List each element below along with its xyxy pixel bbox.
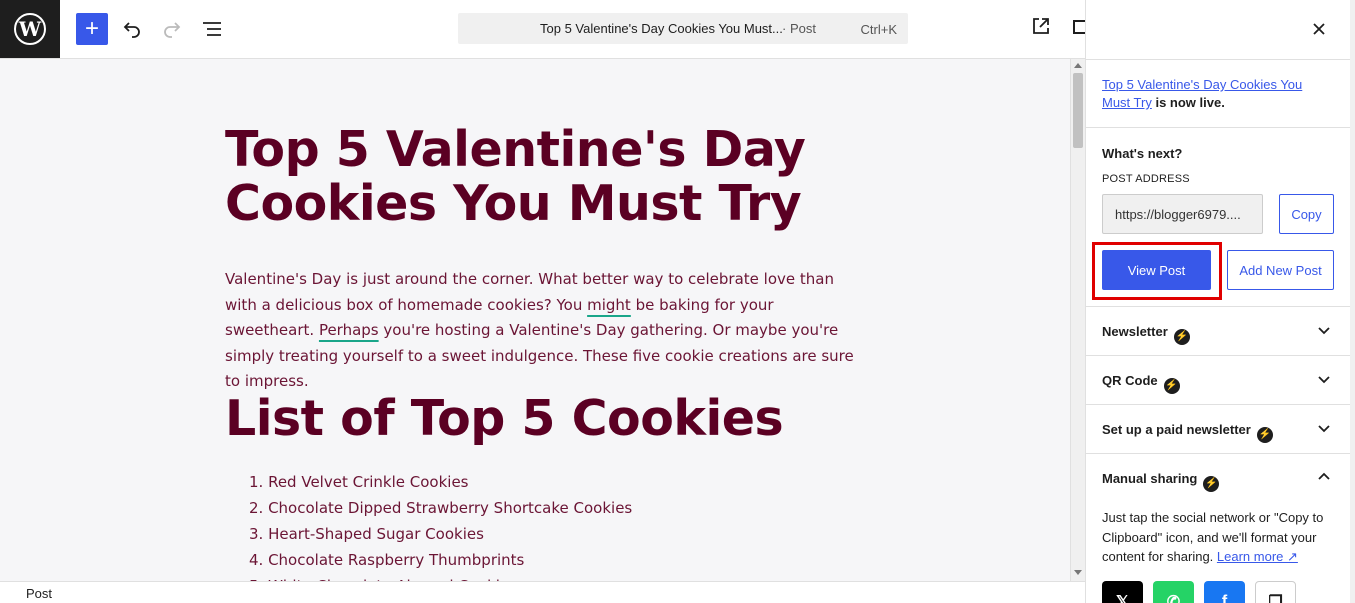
post-intro-paragraph[interactable]: Valentine's Day is just around the corne… — [225, 267, 855, 395]
post-address-field[interactable]: https://blogger6979.... — [1102, 194, 1263, 234]
section-label: Newsletter — [1102, 324, 1168, 339]
cookie-list[interactable]: 1. Red Velvet Crinkle Cookies 2. Chocola… — [249, 469, 632, 581]
whatsapp-icon[interactable]: ✆ — [1153, 581, 1194, 603]
post-address-label: POST ADDRESS — [1102, 173, 1190, 185]
command-bar-kind: · Post — [782, 21, 816, 36]
page-scrollbar[interactable] — [1350, 0, 1355, 603]
list-item[interactable]: 4. Chocolate Raspberry Thumbprints — [249, 547, 632, 573]
panel-section-qr-code[interactable]: QR Code ⚡ — [1086, 355, 1355, 404]
wordpress-logo-icon[interactable]: W — [0, 0, 60, 58]
panel-section-paid-newsletter[interactable]: Set up a paid newsletter ⚡ — [1086, 404, 1355, 453]
command-bar-shortcut: Ctrl+K — [860, 22, 897, 37]
panel-section-newsletter[interactable]: Newsletter ⚡ — [1086, 306, 1355, 355]
spellcheck-word-perhaps[interactable]: Perhaps — [319, 321, 379, 339]
external-link-icon[interactable] — [1031, 16, 1055, 40]
whats-next-heading: What's next? — [1102, 146, 1183, 161]
post-heading-list[interactable]: List of Top 5 Cookies — [225, 391, 784, 447]
document-overview-icon[interactable] — [196, 13, 228, 45]
jetpack-bolt-icon: ⚡ — [1256, 427, 1273, 443]
undo-icon[interactable] — [116, 13, 148, 45]
close-icon[interactable] — [1307, 17, 1331, 41]
editor-app: W + Top 5 Valentine's Day Cookies You Mu… — [0, 0, 1355, 603]
command-palette-bar[interactable]: Top 5 Valentine's Day Cookies You Must..… — [458, 13, 908, 44]
chevron-up-icon — [1318, 472, 1330, 480]
post-live-message: Top 5 Valentine's Day Cookies You Must T… — [1102, 76, 1327, 112]
top-toolbar: W + Top 5 Valentine's Day Cookies You Mu… — [0, 0, 1087, 59]
jetpack-bolt-icon: ⚡ — [1173, 329, 1190, 345]
add-block-button[interactable]: + — [76, 13, 108, 45]
chevron-down-icon — [1318, 425, 1330, 433]
scroll-thumb[interactable] — [1073, 73, 1083, 148]
facebook-icon[interactable]: f — [1204, 581, 1245, 603]
jetpack-bolt-icon: ⚡ — [1163, 378, 1180, 394]
learn-more-link[interactable]: Learn more ↗ — [1217, 549, 1298, 564]
editor-canvas[interactable]: Top 5 Valentine's Day Cookies You Must T… — [0, 59, 1070, 581]
x-icon[interactable]: 𝕏 — [1102, 581, 1143, 603]
list-item[interactable]: 2. Chocolate Dipped Strawberry Shortcake… — [249, 495, 632, 521]
scroll-up-arrow-icon[interactable] — [1074, 63, 1082, 68]
canvas-scrollbar[interactable] — [1070, 59, 1085, 581]
divider — [1086, 127, 1355, 128]
spellcheck-word-might[interactable]: might — [587, 296, 631, 314]
post-publish-panel: Top 5 Valentine's Day Cookies You Must T… — [1085, 0, 1355, 603]
manual-sharing-description: Just tap the social network or "Copy to … — [1102, 508, 1337, 567]
chevron-down-icon — [1318, 376, 1330, 384]
post-title[interactable]: Top 5 Valentine's Day Cookies You Must T… — [225, 123, 865, 231]
redo-icon[interactable] — [156, 13, 188, 45]
section-label: Manual sharing — [1102, 471, 1198, 486]
panel-section-manual-sharing[interactable]: Manual sharing ⚡ — [1086, 453, 1355, 502]
scroll-down-arrow-icon[interactable] — [1074, 570, 1082, 575]
list-item[interactable]: 5. White Chocolate Almond Cookies — [249, 573, 632, 581]
section-label: QR Code — [1102, 373, 1158, 388]
block-breadcrumb-bar: Post — [0, 581, 1085, 603]
list-item[interactable]: 3. Heart-Shaped Sugar Cookies — [249, 521, 632, 547]
live-suffix: is now live. — [1151, 95, 1225, 110]
view-post-button[interactable]: View Post — [1102, 250, 1211, 290]
section-label: Set up a paid newsletter — [1102, 422, 1251, 437]
add-new-post-button[interactable]: Add New Post — [1227, 250, 1334, 290]
copy-to-clipboard-icon[interactable]: ❐ — [1255, 581, 1296, 603]
breadcrumb-post[interactable]: Post — [26, 586, 52, 601]
command-bar-title: Top 5 Valentine's Day Cookies You Must..… — [540, 21, 783, 36]
list-item[interactable]: 1. Red Velvet Crinkle Cookies — [249, 469, 632, 495]
copy-button[interactable]: Copy — [1279, 194, 1334, 234]
chevron-down-icon — [1318, 327, 1330, 335]
divider — [1086, 59, 1355, 60]
jetpack-bolt-icon: ⚡ — [1203, 476, 1220, 492]
